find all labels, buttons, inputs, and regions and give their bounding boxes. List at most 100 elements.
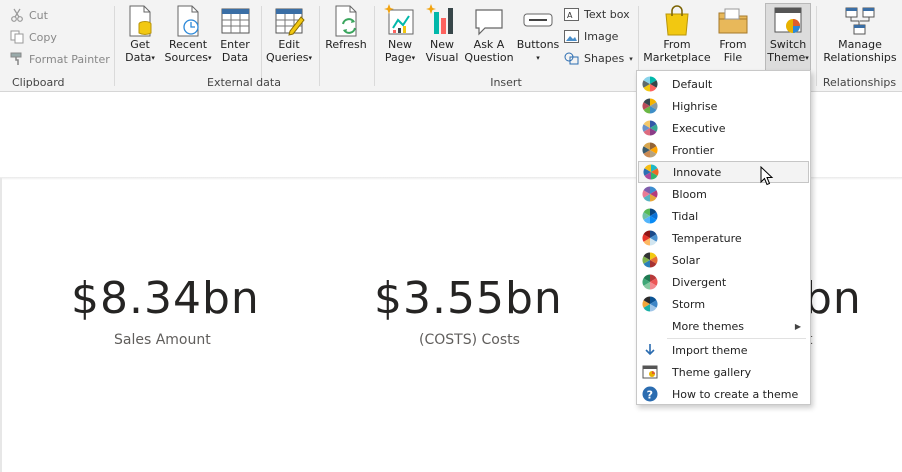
theme-item-executive[interactable]: Executive bbox=[638, 117, 809, 139]
format-painter-button[interactable]: Format Painter bbox=[10, 52, 110, 66]
from-marketplace-line1: From bbox=[663, 38, 691, 51]
theme-swatch-icon bbox=[642, 252, 658, 268]
theme-swatch-icon bbox=[642, 274, 658, 290]
theme-item-label: Temperature bbox=[672, 231, 742, 245]
get-data-caret: ▾ bbox=[151, 54, 155, 62]
kpi-value: $8.34bn bbox=[71, 273, 260, 324]
refresh-icon bbox=[335, 5, 357, 37]
image-icon bbox=[564, 30, 579, 43]
more-themes-item[interactable]: More themes ▶ bbox=[638, 315, 809, 337]
theme-item-temperature[interactable]: Temperature bbox=[638, 227, 809, 249]
cut-label: Cut bbox=[29, 8, 48, 22]
theme-item-bloom[interactable]: Bloom bbox=[638, 183, 809, 205]
new-page-label: New Page▾ bbox=[385, 38, 415, 65]
theme-item-frontier[interactable]: Frontier bbox=[638, 139, 809, 161]
new-page-line2: Page bbox=[384, 51, 412, 64]
from-file-button[interactable]: From File bbox=[713, 4, 753, 64]
switch-theme-button[interactable]: Switch Theme▾ bbox=[765, 3, 811, 71]
kpi-label: Sales Amount bbox=[114, 332, 211, 348]
svg-text:A: A bbox=[567, 11, 573, 20]
theme-swatch-icon bbox=[642, 98, 658, 114]
from-marketplace-label: From Marketplace bbox=[643, 38, 710, 64]
database-file-icon bbox=[129, 5, 152, 37]
menu-action-label: Theme gallery bbox=[672, 365, 752, 379]
insert-group: New Page▾ New Visual Ask A Question Buttons… bbox=[375, 0, 637, 92]
refresh-button[interactable]: Refresh bbox=[323, 4, 369, 51]
menu-action-import-theme[interactable]: Import theme bbox=[638, 339, 809, 361]
menu-action-label: How to create a theme bbox=[672, 387, 799, 401]
theme-item-label: Executive bbox=[672, 121, 726, 135]
table-icon bbox=[221, 8, 250, 34]
manage-relationships-line2: Relationships bbox=[823, 51, 897, 64]
textbox-icon: A bbox=[564, 8, 579, 21]
buttons-caret: ▾ bbox=[536, 54, 540, 62]
theme-item-label: Innovate bbox=[673, 165, 722, 179]
shapes-icon bbox=[564, 52, 579, 65]
buttons-button[interactable]: Buttons ▾ bbox=[515, 4, 561, 65]
edit-queries-button[interactable]: Edit Queries▾ bbox=[265, 4, 313, 65]
ask-a-question-line2: Question bbox=[464, 51, 514, 64]
theme-item-innovate[interactable]: Innovate bbox=[638, 161, 809, 183]
scissors-icon bbox=[11, 8, 23, 22]
theme-gallery-icon bbox=[642, 365, 658, 379]
buttons-label: Buttons ▾ bbox=[517, 38, 560, 65]
image-label: Image bbox=[584, 30, 619, 43]
text-box-label: Text box bbox=[584, 8, 630, 21]
clock-file-icon bbox=[177, 5, 199, 37]
speech-bubble-icon bbox=[475, 9, 503, 36]
manage-relationships-line1: Manage bbox=[838, 38, 882, 51]
ask-a-question-button[interactable]: Ask A Question bbox=[464, 4, 514, 64]
relationships-group: Manage Relationships Relationships bbox=[817, 0, 902, 92]
theme-item-label: Default bbox=[672, 77, 713, 91]
switch-theme-icon bbox=[774, 7, 802, 33]
canvas-left-edge bbox=[0, 178, 2, 472]
theme-item-divergent[interactable]: Divergent bbox=[638, 271, 809, 293]
relationships-icon bbox=[845, 7, 875, 35]
edit-queries-caret: ▾ bbox=[308, 54, 312, 62]
menu-action-how-to-create-a-theme[interactable]: ? How to create a theme bbox=[638, 383, 809, 405]
more-themes-label: More themes bbox=[672, 319, 745, 333]
buttons-line1: Buttons bbox=[516, 38, 560, 51]
button-icon bbox=[523, 13, 553, 27]
theme-swatch-icon bbox=[642, 186, 658, 202]
new-visual-button[interactable]: New Visual bbox=[423, 4, 461, 64]
ask-a-question-label: Ask A Question bbox=[464, 38, 513, 64]
enter-data-button[interactable]: Enter Data bbox=[216, 4, 254, 64]
kpi-label: (COSTS) Costs bbox=[419, 332, 520, 348]
new-visual-line1: New bbox=[430, 38, 454, 51]
theme-item-highrise[interactable]: Highrise bbox=[638, 95, 809, 117]
new-page-icon bbox=[384, 4, 414, 35]
menu-action-label: Import theme bbox=[672, 343, 748, 357]
from-marketplace-button[interactable]: From Marketplace bbox=[643, 4, 711, 64]
ask-a-question-line1: Ask A bbox=[473, 38, 505, 51]
edit-queries-label: Edit Queries▾ bbox=[266, 38, 312, 65]
recent-sources-label: Recent Sources▾ bbox=[164, 38, 211, 65]
theme-item-solar[interactable]: Solar bbox=[638, 249, 809, 271]
enter-data-line2: Data bbox=[221, 51, 249, 64]
bar-chart-icon bbox=[426, 4, 453, 34]
ribbon-separator bbox=[261, 6, 262, 86]
theme-item-storm[interactable]: Storm bbox=[638, 293, 809, 315]
text-box-button[interactable]: A Text box bbox=[564, 8, 630, 21]
image-button[interactable]: Image bbox=[564, 30, 618, 43]
theme-item-tidal[interactable]: Tidal bbox=[638, 205, 809, 227]
paintbrush-icon bbox=[10, 52, 22, 65]
get-data-button[interactable]: Get Data▾ bbox=[120, 4, 160, 65]
recent-sources-button[interactable]: Recent Sources▾ bbox=[164, 4, 212, 65]
copy-button[interactable]: Copy bbox=[10, 30, 57, 44]
from-file-line2: File bbox=[723, 51, 743, 64]
external-data-group: Get Data▾ Recent Sources▾ Enter Data Edit Qu… bbox=[115, 0, 373, 92]
theme-item-default[interactable]: Default bbox=[638, 73, 809, 95]
manage-relationships-button[interactable]: Manage Relationships bbox=[821, 4, 899, 64]
cut-button[interactable]: Cut bbox=[10, 8, 48, 22]
svg-text:?: ? bbox=[647, 389, 653, 402]
new-page-button[interactable]: New Page▾ bbox=[380, 4, 420, 65]
recent-sources-caret: ▾ bbox=[208, 54, 212, 62]
copy-label: Copy bbox=[29, 30, 57, 44]
shapes-button[interactable]: Shapes ▾ bbox=[564, 52, 633, 65]
submenu-arrow-icon: ▶ bbox=[794, 321, 801, 331]
shapes-label: Shapes bbox=[584, 52, 625, 65]
recent-sources-line2: Sources bbox=[164, 51, 208, 64]
menu-action-theme-gallery[interactable]: Theme gallery bbox=[638, 361, 809, 383]
